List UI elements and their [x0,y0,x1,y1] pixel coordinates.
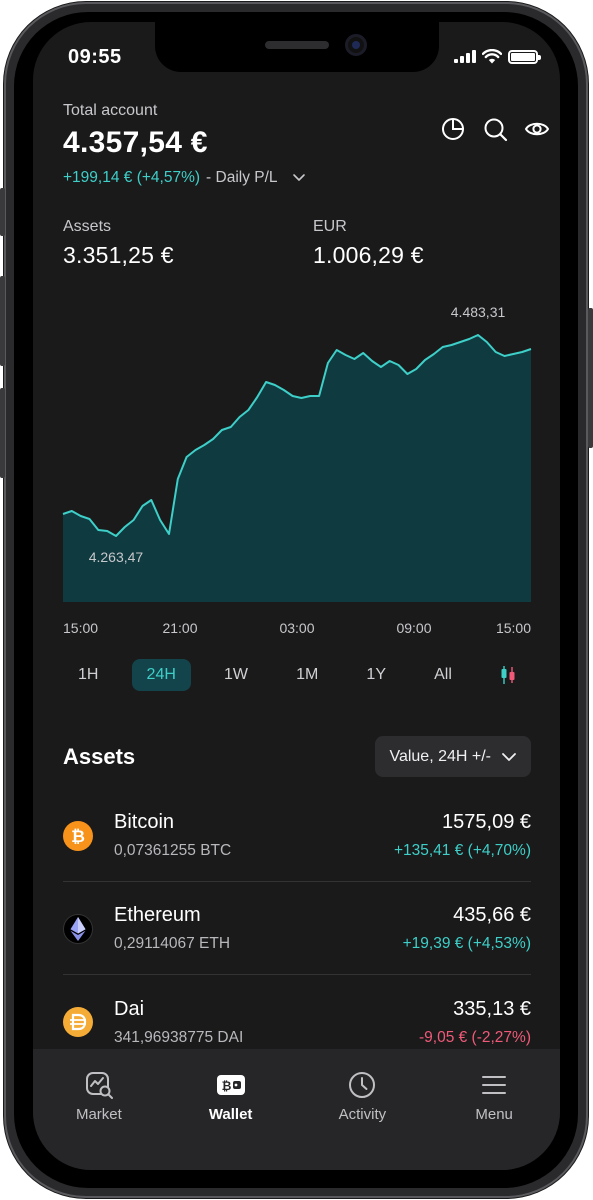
wallet-icon: ₿ [216,1075,245,1095]
asset-change: -9,05 € (-2,27%) [419,1028,531,1046]
dai-icon [63,1007,93,1037]
menu-icon [482,1076,507,1094]
activity-icon [349,1072,376,1098]
tab-menu-label: Menu [475,1106,513,1123]
asset-name: Bitcoin [114,811,175,833]
power-button [588,308,593,448]
tab-menu[interactable]: Menu [428,1049,560,1170]
daily-pl-selector[interactable]: +199,14 € (+4,57%) - Daily P/L [63,169,310,187]
asset-value: 435,66 € [453,904,531,926]
market-icon [85,1072,113,1099]
wifi-icon [482,49,502,64]
tab-activity[interactable]: Activity [297,1049,429,1170]
asset-change: +135,41 € (+4,70%) [393,842,531,859]
asset-value: 1575,09 € [442,811,531,833]
timeframe-all[interactable]: All [419,659,467,691]
asset-change: +19,39 € (+4,53%) [402,935,531,952]
status-time: 09:55 [68,46,122,68]
chevron-down-icon [502,752,516,761]
sort-dropdown[interactable]: Value, 24H +/- [375,736,531,777]
volume-down-button [0,388,5,478]
tab-activity-label: Activity [338,1106,387,1123]
eur-balance: EUR 1.006,29 € [313,218,424,269]
timeframe-selector: 1H 24H 1W 1M 1Y All [63,659,531,691]
asset-value: 335,13 € [453,997,531,1020]
header-actions [440,116,550,142]
search-icon[interactable] [482,116,508,142]
daily-pl-change: +199,14 € (+4,57%) [63,169,201,186]
asset-name: Dai [114,997,145,1020]
asset-amount: 341,96938775 DAI [114,1028,244,1046]
svg-text:₿: ₿ [221,1079,231,1093]
assets-heading: Assets [63,744,136,769]
candlestick-icon [501,666,515,684]
bottom-tab-bar: Market ₿ Wallet Activity Menu [33,1049,560,1170]
total-account-value: 4.357,54 € [63,126,208,159]
timeframe-1h[interactable]: 1H [63,659,113,691]
battery-icon [508,49,541,64]
status-icons [454,49,541,64]
tab-wallet-label: Wallet [208,1106,253,1123]
cellular-signal-icon [454,50,476,63]
chart-low-label: 4.263,47 [89,549,144,565]
asset-name: Ethereum [114,904,201,926]
asset-row-bitcoin[interactable]: ₿ Bitcoin 0,07361255 BTC 1575,09 € +135,… [63,790,531,882]
sort-dropdown-label: Value, 24H +/- [389,747,491,765]
candlestick-toggle[interactable] [485,659,531,691]
tab-market-label: Market [75,1106,122,1123]
timeframe-1m[interactable]: 1M [281,659,333,691]
total-account-label: Total account [63,102,158,119]
timeframe-24h[interactable]: 24H [131,659,191,691]
timeframe-1y[interactable]: 1Y [351,659,401,691]
asset-amount: 0,07361255 BTC [114,842,232,859]
chevron-down-icon [292,174,305,181]
asset-amount: 0,29114067 ETH [114,935,231,952]
front-camera [345,34,367,56]
x-tick-label: 03:00 [279,620,314,636]
assets-balance-label: Assets [63,218,112,235]
x-tick-label: 15:00 [496,620,531,636]
pie-chart-icon[interactable] [440,116,466,142]
portfolio-chart[interactable]: 4.483,31 4.263,47 15:00 21:00 03:00 09:00 15:0… [33,302,560,642]
eur-balance-value: 1.006,29 € [313,242,424,268]
ethereum-icon [63,913,93,944]
x-tick-label: 09:00 [396,620,431,636]
bitcoin-icon: ₿ [63,820,93,851]
chart-high-label: 4.483,31 [451,304,506,320]
daily-pl-label: - Daily P/L [206,169,278,186]
asset-row-ethereum[interactable]: Ethereum 0,29114067 ETH 435,66 € +19,39 … [63,883,531,975]
svg-text:₿: ₿ [71,827,85,847]
app-screen: 09:55 Total account 4.357,54 € +199,14 €… [33,22,560,1170]
x-tick-label: 21:00 [162,620,197,636]
tab-wallet[interactable]: ₿ Wallet [165,1049,297,1170]
tab-market[interactable]: Market [33,1049,165,1170]
x-tick-label: 15:00 [63,620,98,636]
action-button [0,188,5,236]
notch [155,22,439,72]
assets-balance-value: 3.351,25 € [63,242,174,268]
volume-up-button [0,276,5,366]
timeframe-1w[interactable]: 1W [209,659,263,691]
eur-balance-label: EUR [313,218,347,235]
eye-icon[interactable] [524,116,550,142]
assets-balance: Assets 3.351,25 € [63,218,174,269]
speaker-grille [265,41,329,49]
